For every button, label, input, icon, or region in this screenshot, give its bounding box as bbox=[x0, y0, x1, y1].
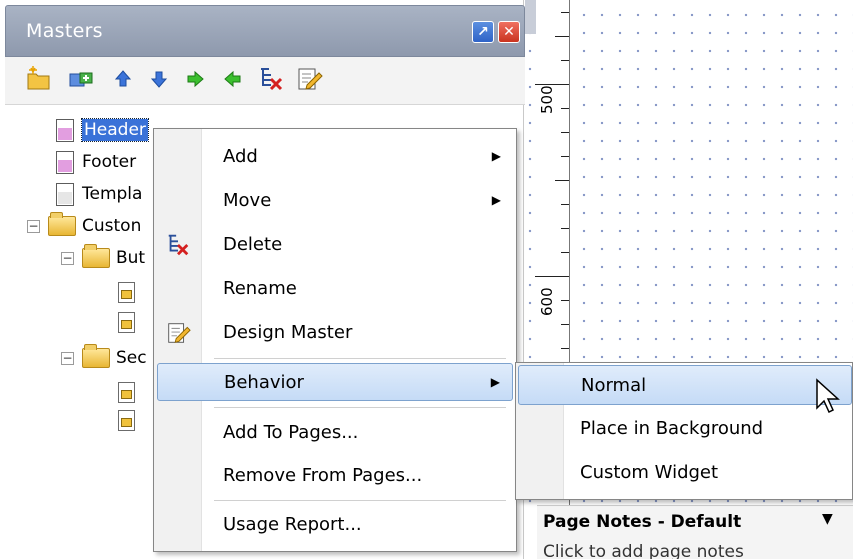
submenu-item-normal[interactable]: Normal bbox=[518, 365, 852, 405]
tree-item-label: But bbox=[116, 248, 146, 268]
menu-item-label: Custom Widget bbox=[580, 462, 719, 483]
page-notes-panel: Page Notes - Default ▼ Click to add page… bbox=[537, 505, 853, 559]
menu-item-label: Normal bbox=[581, 375, 647, 396]
menu-item-usage-report[interactable]: Usage Report... bbox=[157, 506, 513, 544]
move-down-icon[interactable] bbox=[145, 65, 173, 93]
tree-item-footer[interactable]: Footer bbox=[56, 148, 136, 176]
tree-folder-custom[interactable]: Custon bbox=[48, 212, 141, 240]
menu-item-label: Behavior bbox=[224, 372, 304, 393]
delete-icon bbox=[168, 234, 189, 256]
menu-item-label: Add bbox=[223, 146, 258, 167]
menu-item-behavior[interactable]: Behavior ▶ bbox=[157, 363, 513, 401]
menu-separator bbox=[214, 358, 506, 359]
menu-item-design-master[interactable]: Design Master bbox=[157, 314, 513, 352]
edit-icon[interactable] bbox=[295, 65, 323, 93]
tree-item-label: Footer bbox=[82, 152, 137, 172]
menu-item-move[interactable]: Move ▶ bbox=[157, 182, 513, 220]
ruler-tick bbox=[561, 228, 569, 229]
context-menu: Add ▶ Move ▶ Delete Rename Design Master… bbox=[153, 128, 517, 552]
tree-item-label: Templa bbox=[82, 184, 143, 204]
add-folder-icon[interactable] bbox=[25, 65, 53, 93]
indent-icon[interactable] bbox=[181, 65, 209, 93]
add-master-icon[interactable] bbox=[67, 65, 95, 93]
close-icon[interactable]: ✕ bbox=[498, 21, 520, 43]
submenu-item-custom-widget[interactable]: Custom Widget bbox=[518, 453, 852, 493]
ruler-tick bbox=[561, 300, 569, 301]
tree-folder-buttons[interactable]: But bbox=[82, 244, 145, 272]
menu-item-label: Usage Report... bbox=[223, 514, 362, 535]
page-notes-title: Page Notes - Default bbox=[543, 512, 742, 532]
menu-item-label: Remove From Pages... bbox=[223, 465, 423, 486]
masters-toolbar bbox=[5, 57, 525, 105]
ruler-tick bbox=[561, 12, 569, 13]
tree-item-label: Custon bbox=[82, 216, 142, 236]
menu-item-label: Rename bbox=[223, 278, 297, 299]
submenu-arrow-icon: ▶ bbox=[491, 149, 501, 163]
tree-item-widget[interactable] bbox=[118, 378, 135, 406]
ruler-tick bbox=[561, 324, 569, 325]
menu-item-label: Add To Pages... bbox=[223, 422, 359, 443]
menu-item-delete[interactable]: Delete bbox=[157, 226, 513, 264]
outdent-icon[interactable] bbox=[219, 65, 247, 93]
ruler-tick bbox=[561, 204, 569, 205]
menu-item-label: Delete bbox=[223, 234, 283, 255]
ruler-tick bbox=[561, 132, 569, 133]
menu-item-label: Design Master bbox=[223, 322, 353, 343]
ruler-label-600: 600 bbox=[538, 287, 556, 316]
menu-item-remove-from-pages[interactable]: Remove From Pages... bbox=[157, 457, 513, 495]
submenu-item-place-in-background[interactable]: Place in Background bbox=[518, 409, 852, 449]
submenu-arrow-icon: ▶ bbox=[490, 375, 500, 389]
widget-master-icon bbox=[118, 409, 135, 431]
maximize-icon[interactable]: ↗ bbox=[472, 21, 494, 43]
masters-title-bar: Masters ↗ ✕ bbox=[5, 5, 525, 57]
submenu-arrow-icon: ▶ bbox=[491, 193, 501, 207]
master-page-icon bbox=[56, 182, 74, 206]
mouse-cursor-icon bbox=[816, 378, 840, 414]
collapse-icon[interactable]: − bbox=[27, 220, 40, 233]
dropdown-arrow-icon[interactable]: ▼ bbox=[822, 511, 833, 527]
ruler-tick bbox=[555, 36, 569, 37]
menu-item-add-to-pages[interactable]: Add To Pages... bbox=[157, 414, 513, 452]
ruler-tick bbox=[561, 156, 569, 157]
tree-item-template[interactable]: Templa bbox=[56, 180, 142, 208]
master-page-icon bbox=[56, 118, 74, 142]
ruler-label-500: 500 bbox=[538, 85, 556, 114]
move-up-icon[interactable] bbox=[109, 65, 137, 93]
ruler-tick bbox=[561, 60, 569, 61]
menu-separator bbox=[214, 407, 506, 408]
widget-master-icon bbox=[118, 381, 135, 403]
menu-item-label: Place in Background bbox=[580, 418, 764, 439]
ruler-tick bbox=[561, 252, 569, 253]
delete-icon[interactable] bbox=[257, 65, 285, 93]
folder-icon bbox=[82, 344, 110, 368]
menu-item-rename[interactable]: Rename bbox=[157, 270, 513, 308]
tree-item-label: Header bbox=[81, 118, 149, 142]
tree-folder-section[interactable]: Sec bbox=[82, 344, 147, 372]
behavior-submenu: Normal Place in Background Custom Widget bbox=[515, 362, 853, 500]
edit-icon bbox=[168, 323, 191, 343]
ruler-tick bbox=[561, 108, 569, 109]
tree-item-header[interactable]: Header bbox=[56, 116, 149, 144]
ruler-tick bbox=[555, 180, 569, 181]
collapse-icon[interactable]: − bbox=[61, 352, 74, 365]
page-notes-input[interactable]: Click to add page notes bbox=[543, 542, 744, 559]
folder-icon bbox=[48, 212, 76, 236]
master-page-icon bbox=[56, 150, 74, 174]
widget-master-icon bbox=[118, 281, 135, 303]
ruler-tick bbox=[561, 348, 569, 349]
panel-title: Masters bbox=[26, 20, 103, 42]
collapse-icon[interactable]: − bbox=[61, 252, 74, 265]
tree-item-widget[interactable] bbox=[118, 308, 135, 336]
widget-master-icon bbox=[118, 311, 135, 333]
ruler-tick bbox=[535, 276, 569, 277]
menu-separator bbox=[214, 500, 506, 501]
folder-icon bbox=[82, 244, 110, 268]
tree-item-widget[interactable] bbox=[118, 278, 135, 306]
tree-item-label: Sec bbox=[116, 348, 147, 368]
menu-item-add[interactable]: Add ▶ bbox=[157, 138, 513, 176]
menu-item-label: Move bbox=[223, 190, 272, 211]
tree-item-widget[interactable] bbox=[118, 406, 135, 434]
